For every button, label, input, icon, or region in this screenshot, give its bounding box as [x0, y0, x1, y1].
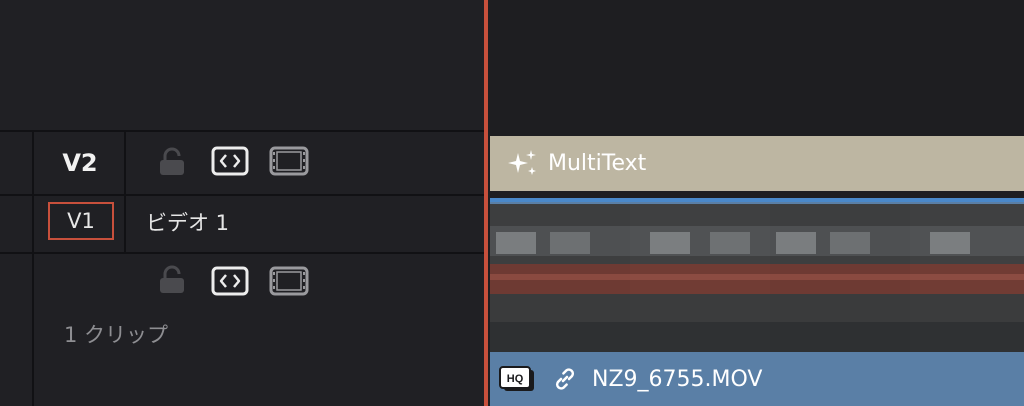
playhead[interactable]: [484, 0, 488, 406]
track-label-v1[interactable]: V1: [48, 202, 114, 240]
sparkle-icon: [508, 149, 536, 175]
thumbnail-frame: [910, 204, 1024, 352]
auto-select-icon: [211, 146, 249, 176]
auto-select-button[interactable]: [210, 144, 250, 178]
divider: [0, 252, 484, 254]
film-strip-icon: [269, 146, 309, 176]
lock-track-button[interactable]: [156, 264, 188, 296]
lock-icon: [160, 147, 184, 175]
video-clip[interactable]: HQ NZ9_6755.MOV: [490, 198, 1024, 406]
disable-track-button[interactable]: [268, 144, 310, 178]
auto-select-icon: [211, 266, 249, 296]
clip-top-edge: [490, 198, 1024, 202]
link-icon: [552, 366, 578, 392]
film-strip-icon: [269, 266, 309, 296]
thumbnail-frame: [490, 204, 630, 352]
lock-track-button[interactable]: [156, 146, 188, 178]
hq-badge-icon: HQ: [498, 365, 536, 393]
auto-select-button[interactable]: [210, 264, 250, 298]
track-label-v2[interactable]: V2: [34, 132, 126, 194]
track-name[interactable]: ビデオ 1: [146, 204, 229, 240]
clip-label: MultiText: [548, 151, 647, 176]
thumbnail-strip: [490, 204, 1024, 352]
hq-badge-text: HQ: [507, 373, 524, 385]
disable-track-button[interactable]: [268, 264, 310, 298]
thumbnail-frame: [770, 204, 910, 352]
lock-icon: [160, 265, 184, 293]
divider: [0, 194, 484, 196]
thumbnail-frame: [630, 204, 770, 352]
multitext-clip[interactable]: MultiText: [490, 136, 1024, 191]
video-thumbnails: [490, 204, 1024, 352]
clip-name-bar: HQ NZ9_6755.MOV: [490, 352, 1024, 406]
clip-count: 1 クリップ: [64, 323, 169, 347]
clip-filename: NZ9_6755.MOV: [592, 366, 763, 392]
